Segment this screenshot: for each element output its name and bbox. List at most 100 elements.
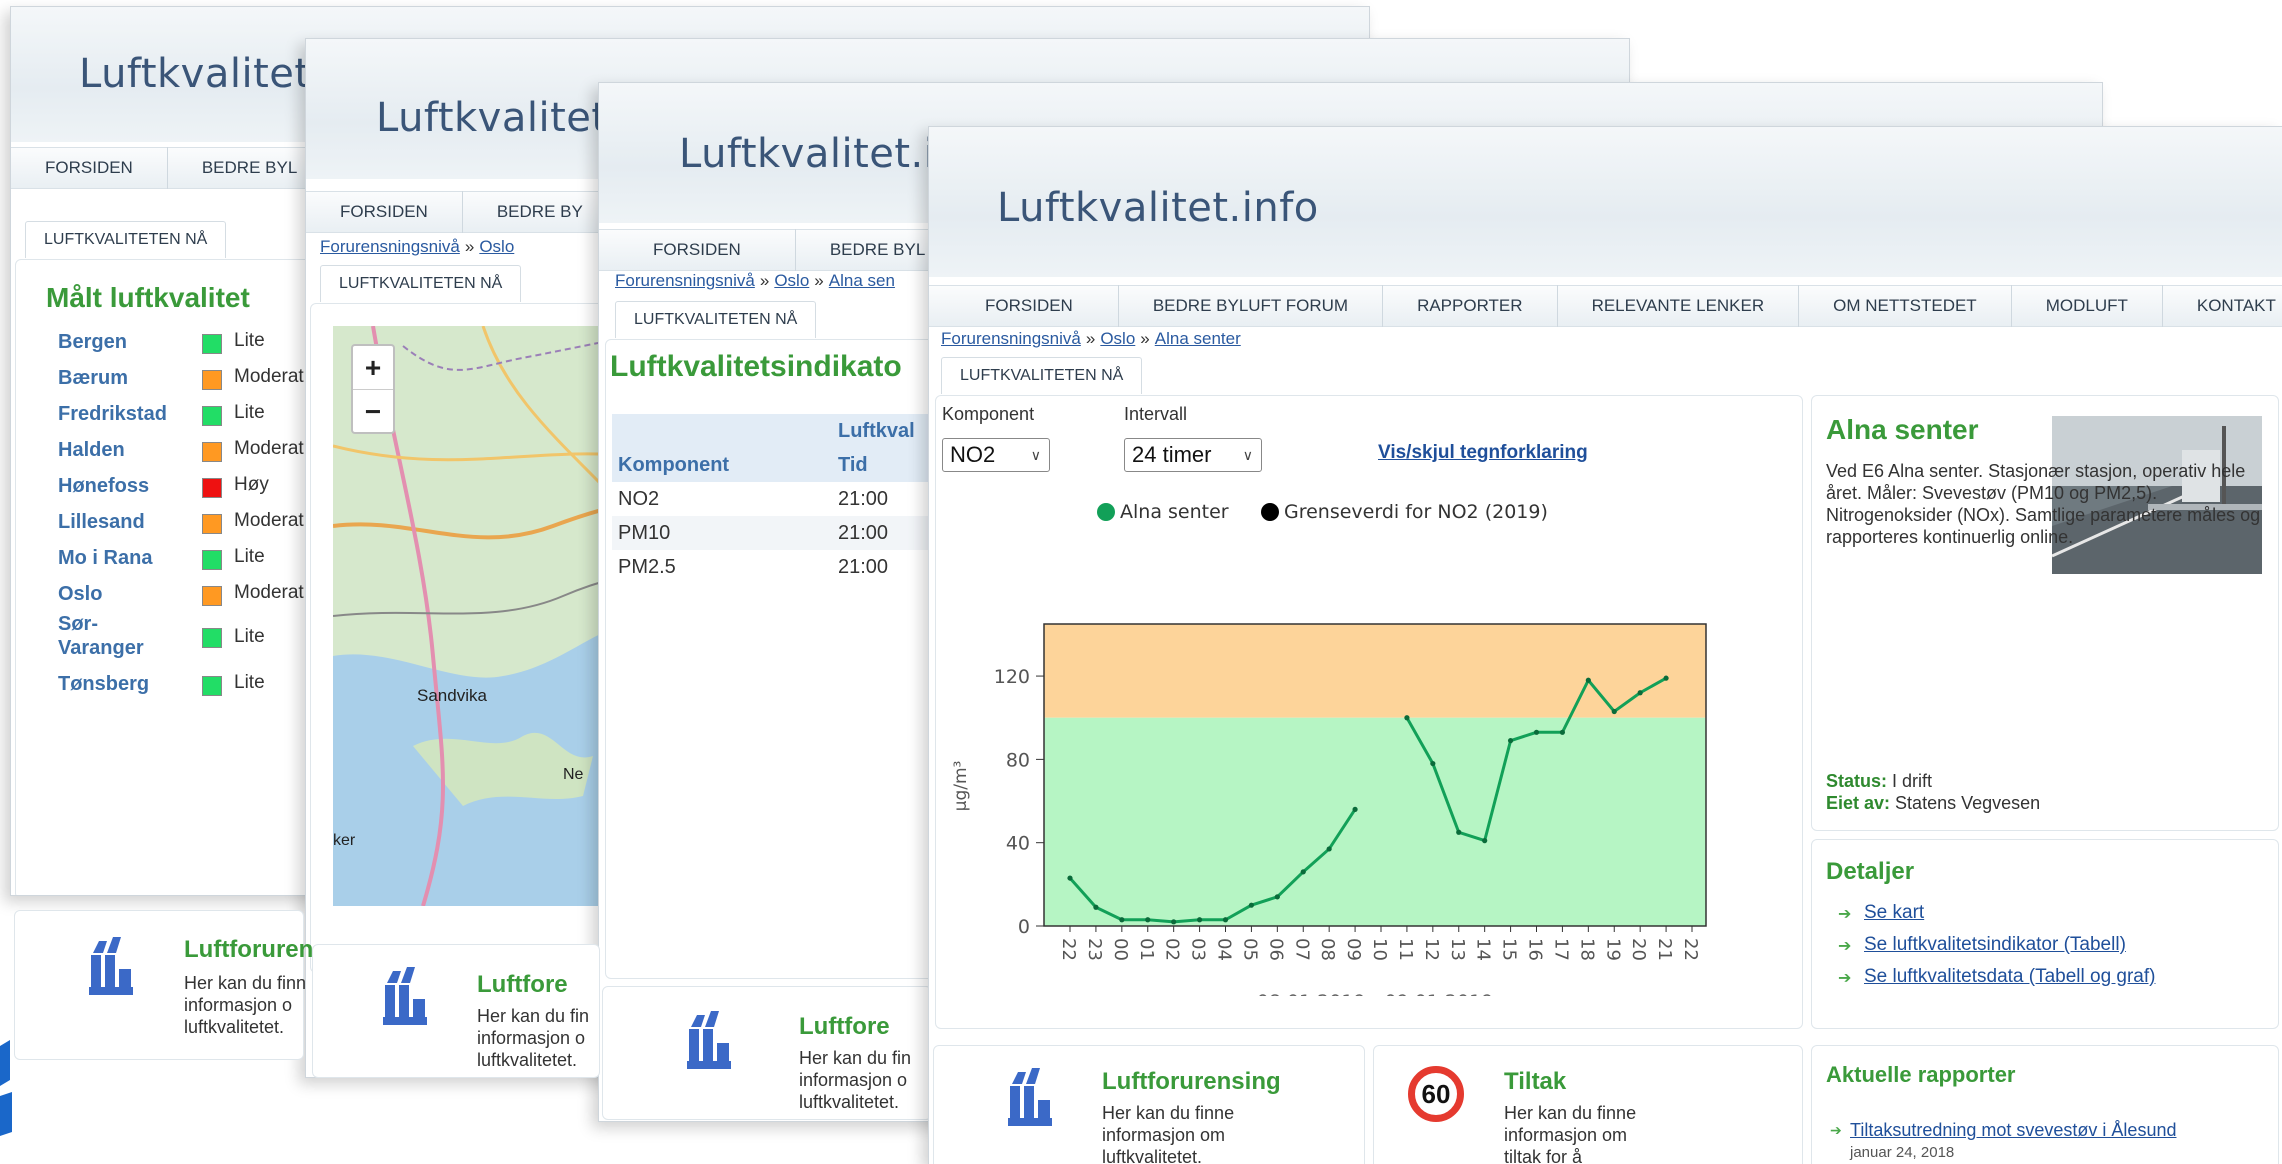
- level-label: Lite: [234, 546, 265, 567]
- crumb-city[interactable]: Oslo: [1100, 329, 1135, 348]
- station-owner: Eiet av: Statens Vegvesen: [1826, 792, 2040, 814]
- tab-luftkvaliteten-na[interactable]: LUFTKVALITETEN NÅ: [320, 265, 522, 302]
- data-point-alna: [1559, 729, 1566, 735]
- data-point-alna: [1222, 917, 1229, 923]
- komponent-select[interactable]: NO2 ∨: [942, 438, 1050, 472]
- level-swatch: [202, 550, 222, 570]
- details-title: Detaljer: [1826, 858, 1915, 885]
- x-tick-label: 06: [1265, 938, 1286, 961]
- factory-icon: [683, 1007, 739, 1076]
- toggle-legend-link[interactable]: Vis/skjul tegnforklaring: [1378, 442, 1588, 464]
- data-point-alna: [1533, 729, 1540, 735]
- level-label: Høy: [234, 474, 269, 495]
- data-point-alna: [1637, 690, 1643, 696]
- owner-value: Statens Vegvesen: [1895, 793, 2041, 813]
- crumb-station[interactable]: Alna sen: [829, 271, 895, 290]
- y-axis-label: µg/m³: [951, 761, 971, 812]
- nav-forsiden[interactable]: FORSIDEN: [929, 285, 1119, 327]
- link-se-kart[interactable]: Se kart: [1864, 902, 1924, 924]
- nav-bedre-byluft[interactable]: BEDRE BY: [463, 191, 618, 233]
- city-name: Hønefoss: [58, 475, 150, 497]
- crumb-city[interactable]: Oslo: [774, 271, 809, 290]
- city-name: Fredrikstad: [58, 403, 167, 425]
- x-tick-label: 15: [1499, 938, 1520, 961]
- info-box-title: Luftforuren: [184, 936, 314, 963]
- level-swatch: [202, 586, 222, 606]
- zoom-in-button[interactable]: +: [353, 346, 393, 390]
- info-box-tiltak[interactable]: 60 Tiltak Her kan du finne informasjon o…: [1373, 1045, 1803, 1164]
- x-tick-label: 22: [1058, 938, 1079, 961]
- breadcrumb: Forurensningsnivå» Oslo: [320, 237, 514, 257]
- data-point-alna: [1663, 675, 1669, 681]
- site-header: Luftkvalitet.info: [929, 127, 2282, 277]
- data-point-alna: [1196, 917, 1203, 923]
- nav-rapporter[interactable]: RAPPORTER: [1383, 285, 1558, 327]
- crumb-sep: »: [464, 237, 475, 256]
- nav-forsiden[interactable]: FORSIDEN: [11, 147, 168, 189]
- x-tick-label: 03: [1188, 938, 1209, 961]
- info-box-luftforurensing-3[interactable]: Luftfore Her kan du fin informasjon o lu…: [602, 986, 932, 1120]
- owner-label: Eiet av:: [1826, 793, 1891, 813]
- info-box-luftforurensing-1-text: Luftforuren Her kan du finn informasjon …: [170, 910, 313, 1060]
- report-link[interactable]: Tiltaksutredning mot svevestøv i Ålesund: [1850, 1120, 2176, 1141]
- nav-bedre-byluft[interactable]: BEDRE BYLUFT FORUM: [1119, 285, 1384, 327]
- map-label-ker: ker: [333, 832, 356, 849]
- level-swatch: [202, 478, 222, 498]
- reports-title: Aktuelle rapporter: [1826, 1062, 2016, 1087]
- crumb-city[interactable]: Oslo: [479, 237, 514, 256]
- level-label: Lite: [234, 402, 265, 423]
- info-box-luftforurensing-2[interactable]: Luftfore Her kan du fin informasjon o lu…: [312, 944, 600, 1078]
- crumb-sep: »: [1140, 329, 1150, 348]
- legend-dot-limit: [1261, 503, 1279, 521]
- crumb-sep: »: [814, 271, 824, 290]
- page-window-4: Luftkvalitet.info FORSIDEN BEDRE BYLUFT …: [928, 126, 2282, 1164]
- crumb-level[interactable]: Forurensningsnivå: [320, 237, 460, 256]
- level-label: Moderat: [234, 582, 304, 603]
- info-box-title: Luftforurensing: [1102, 1068, 1281, 1095]
- site-logo[interactable]: Luftkvalitet.info: [997, 185, 1319, 231]
- station-status: Status: I drift: [1826, 770, 1932, 792]
- info-box-luftforurensing[interactable]: Luftforurensing Her kan du finne informa…: [933, 1045, 1365, 1164]
- tab-luftkvaliteten-na[interactable]: LUFTKVALITETEN NÅ: [941, 357, 1143, 394]
- x-tick-label: 11: [1395, 938, 1416, 961]
- details-panel: Detaljer ➔ Se kart ➔ Se luftkvalitetsind…: [1811, 839, 2279, 1029]
- nav-kontakt[interactable]: KONTAKT: [2163, 285, 2282, 327]
- crumb-sep: »: [1085, 329, 1096, 348]
- link-data-tabell-graf[interactable]: Se luftkvalitetsdata (Tabell og graf): [1864, 966, 2156, 988]
- crumb-level[interactable]: Forurensningsnivå: [615, 271, 755, 290]
- x-tick-label: 02: [1162, 938, 1183, 961]
- partial-logo-icon: [0, 1040, 12, 1136]
- chevron-down-icon: ∨: [1030, 447, 1041, 463]
- x-tick-label: 22: [1680, 938, 1701, 961]
- city-name: Bergen: [58, 331, 127, 353]
- zoom-out-button[interactable]: −: [353, 390, 393, 434]
- x-tick-label: 14: [1473, 938, 1494, 961]
- nav-modluft[interactable]: MODLUFT: [2012, 285, 2163, 327]
- x-tick-label: 00: [1110, 938, 1131, 961]
- level-swatch: [202, 514, 222, 534]
- x-tick-label: 07: [1291, 938, 1312, 961]
- intervall-label: Intervall: [1124, 404, 1188, 424]
- nav-forsiden[interactable]: FORSIDEN: [306, 191, 463, 233]
- intervall-value: 24 timer: [1132, 442, 1212, 467]
- nav-forsiden[interactable]: FORSIDEN: [599, 229, 796, 271]
- link-indikator-tabell[interactable]: Se luftkvalitetsindikator (Tabell): [1864, 934, 2126, 956]
- crumb-station[interactable]: Alna senter: [1155, 329, 1241, 348]
- intervall-select[interactable]: 24 timer ∨: [1124, 438, 1262, 472]
- x-tick-label: 21: [1654, 938, 1675, 961]
- tab-luftkvaliteten-na[interactable]: LUFTKVALITETEN NÅ: [615, 301, 817, 338]
- city-name: Tønsberg: [58, 673, 150, 695]
- legend-label-alna: Alna senter: [1120, 501, 1229, 523]
- arrow-right-icon: ➔: [1830, 1122, 1842, 1138]
- level-label: Lite: [234, 672, 265, 693]
- report-date: januar 24, 2018: [1850, 1144, 1955, 1161]
- no2-chart: Alna senter Grenseverdi for NO2 (2019)040…: [951, 501, 1707, 996]
- nav-om-nettstedet[interactable]: OM NETTSTEDET: [1799, 285, 2012, 327]
- nav-relevante-lenker[interactable]: RELEVANTE LENKER: [1558, 285, 1800, 327]
- data-point-alna: [1093, 904, 1099, 910]
- info-box-text: Her kan du fin informasjon o luftkvalite…: [477, 1006, 590, 1070]
- tab-luftkvaliteten-na[interactable]: LUFTKVALITETEN NÅ: [25, 221, 227, 258]
- crumb-level[interactable]: Forurensningsnivå: [941, 329, 1081, 348]
- x-tick-label: 01: [1136, 938, 1157, 961]
- y-tick-label: 0: [1018, 916, 1030, 938]
